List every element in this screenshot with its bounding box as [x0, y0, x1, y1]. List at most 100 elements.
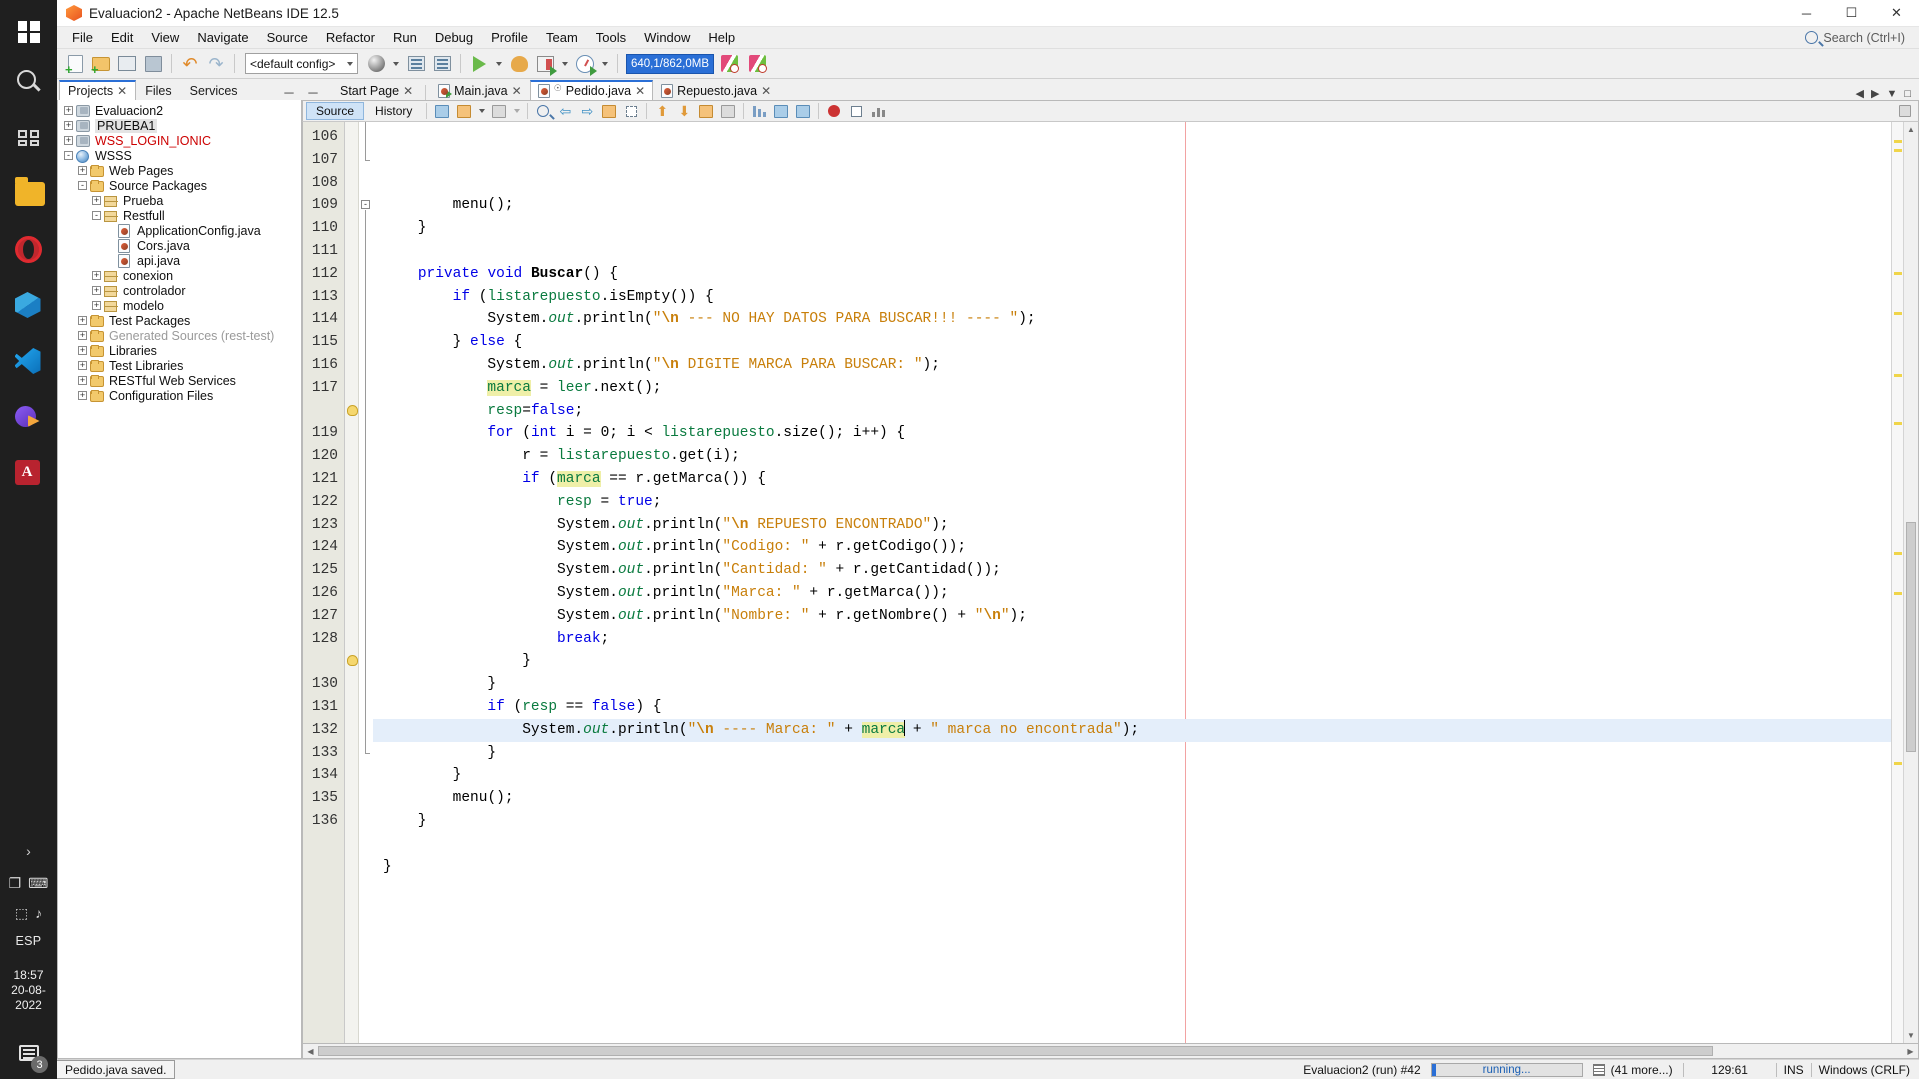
menu-file[interactable]: File: [63, 28, 102, 48]
code-line[interactable]: }: [373, 673, 1891, 696]
view-tab-history[interactable]: History: [366, 102, 421, 120]
tab-projects[interactable]: Projects ✕: [59, 80, 137, 100]
code-line[interactable]: }: [373, 217, 1891, 240]
close-icon[interactable]: ✕: [117, 84, 127, 98]
scroll-tabs-right-icon[interactable]: ▶: [1871, 87, 1879, 100]
profile-project-button[interactable]: [533, 52, 557, 76]
code-line[interactable]: System.out.println("Cantidad: " + r.getC…: [373, 559, 1891, 582]
hscroll-thumb[interactable]: [318, 1046, 1713, 1056]
tab-pedido-java[interactable]: ☉ Pedido.java ✕: [529, 80, 654, 100]
previous-bookmark-icon[interactable]: ⇦: [555, 102, 575, 121]
hscroll-track[interactable]: [318, 1044, 1903, 1058]
next-bookmark-icon[interactable]: ⇨: [577, 102, 597, 121]
clean-build-all-button[interactable]: [430, 52, 454, 76]
file-explorer-icon[interactable]: [0, 166, 57, 222]
stop-icon[interactable]: [846, 102, 866, 121]
back-dropdown-icon[interactable]: [476, 102, 487, 121]
open-project-button[interactable]: [115, 52, 139, 76]
toggle-highlight-icon[interactable]: [793, 102, 813, 121]
shift-line-up-icon[interactable]: ⬆: [652, 102, 672, 121]
tree-node[interactable]: ApplicationConfig.java: [58, 223, 301, 238]
code-line[interactable]: menu();: [373, 787, 1891, 810]
test-project-button[interactable]: [573, 52, 597, 76]
code-line[interactable]: }: [373, 650, 1891, 673]
tab-list-icon[interactable]: ▼: [1886, 88, 1897, 100]
editor-options-icon[interactable]: [1895, 102, 1915, 121]
new-project-button[interactable]: +: [89, 52, 113, 76]
expand-icon[interactable]: +: [78, 331, 87, 340]
expand-icon[interactable]: +: [92, 301, 101, 310]
run-dropdown[interactable]: [493, 52, 505, 76]
back-icon[interactable]: [454, 102, 474, 121]
close-icon[interactable]: ✕: [761, 84, 771, 98]
code-line[interactable]: private void Buscar() {: [373, 263, 1891, 286]
expand-icon[interactable]: +: [92, 271, 101, 280]
select-rect-icon[interactable]: [621, 102, 641, 121]
code-line[interactable]: resp=false;: [373, 400, 1891, 423]
menu-edit[interactable]: Edit: [102, 28, 142, 48]
toggle-bookmark-icon[interactable]: [599, 102, 619, 121]
scroll-down-arrow[interactable]: ▼: [1904, 1028, 1918, 1043]
expand-icon[interactable]: +: [78, 166, 87, 175]
collapse-icon[interactable]: -: [64, 151, 73, 160]
close-button[interactable]: ✕: [1874, 0, 1919, 27]
toggle-rectangular-icon[interactable]: [771, 102, 791, 121]
quick-search[interactable]: Search (Ctrl+I): [1805, 31, 1919, 45]
fold-toggle-icon[interactable]: -: [361, 200, 370, 210]
tree-node[interactable]: + RESTful Web Services: [58, 373, 301, 388]
editor-minimize-icon[interactable]: ─: [306, 85, 326, 100]
config-combo[interactable]: <default config>: [245, 53, 358, 74]
chart-icon[interactable]: [868, 102, 888, 121]
code-line[interactable]: }: [373, 764, 1891, 787]
tree-node[interactable]: + Generated Sources (rest-test): [58, 328, 301, 343]
close-icon[interactable]: ✕: [635, 84, 645, 98]
tree-node[interactable]: + Test Packages: [58, 313, 301, 328]
build-project-button[interactable]: [364, 52, 388, 76]
menu-help[interactable]: Help: [699, 28, 744, 48]
code-line[interactable]: if (resp == false) {: [373, 696, 1891, 719]
tree-node[interactable]: + conexion: [58, 268, 301, 283]
code-line-current[interactable]: System.out.println("\n ---- Marca: " + m…: [373, 718, 1891, 742]
code-line[interactable]: }: [373, 856, 1891, 879]
code-line[interactable]: System.out.println("Codigo: " + r.getCod…: [373, 536, 1891, 559]
expand-icon[interactable]: +: [64, 136, 73, 145]
notification-center-button[interactable]: 3: [0, 1027, 57, 1079]
tree-node[interactable]: + Test Libraries: [58, 358, 301, 373]
expand-icon[interactable]: +: [78, 346, 87, 355]
tab-repuesto-java[interactable]: Repuesto.java ✕: [653, 80, 779, 100]
project-tree[interactable]: + Evaluacion2 + PRUEBA1 + WSS_LOGIN_IONIC - WSS…: [57, 100, 302, 1059]
toggle-breakpoint-icon[interactable]: [824, 102, 844, 121]
status-progress-bar[interactable]: running...: [1430, 1062, 1583, 1077]
expand-icon[interactable]: +: [78, 361, 87, 370]
tree-node[interactable]: - WSSS: [58, 148, 301, 163]
comment-icon[interactable]: [696, 102, 716, 121]
code-line[interactable]: } else {: [373, 331, 1891, 354]
heap-dump-button[interactable]: [744, 52, 770, 76]
minimize-panel-icon[interactable]: ─: [282, 85, 302, 100]
tree-node[interactable]: + controlador: [58, 283, 301, 298]
vscode-icon[interactable]: [0, 334, 57, 390]
last-edit-icon[interactable]: [432, 102, 452, 121]
tree-node[interactable]: + Prueba: [58, 193, 301, 208]
start-button[interactable]: [0, 10, 57, 54]
expand-icon[interactable]: +: [92, 286, 101, 295]
save-all-button[interactable]: [141, 52, 165, 76]
code-line[interactable]: marca = leer.next();: [373, 377, 1891, 400]
box-app-icon[interactable]: [0, 278, 57, 334]
expand-icon[interactable]: +: [64, 121, 73, 130]
collapse-icon[interactable]: -: [78, 181, 87, 190]
scrollbar-thumb[interactable]: [1906, 522, 1916, 752]
language-indicator[interactable]: ESP: [0, 928, 57, 954]
tree-node[interactable]: - Source Packages: [58, 178, 301, 193]
undo-button[interactable]: ↶: [178, 52, 202, 76]
tray-expand-icon[interactable]: ›: [0, 834, 57, 868]
code-line[interactable]: [373, 878, 1891, 901]
error-stripe[interactable]: [1891, 122, 1903, 1043]
hint-bulb-icon[interactable]: [347, 404, 358, 416]
tab-main-java[interactable]: Main.java ✕: [430, 80, 530, 100]
scroll-tabs-left-icon[interactable]: ◀: [1856, 87, 1864, 100]
code-line[interactable]: [373, 240, 1891, 263]
expand-icon[interactable]: +: [78, 376, 87, 385]
tab-start-page[interactable]: Start Page ✕: [332, 80, 421, 100]
menu-source[interactable]: Source: [258, 28, 317, 48]
